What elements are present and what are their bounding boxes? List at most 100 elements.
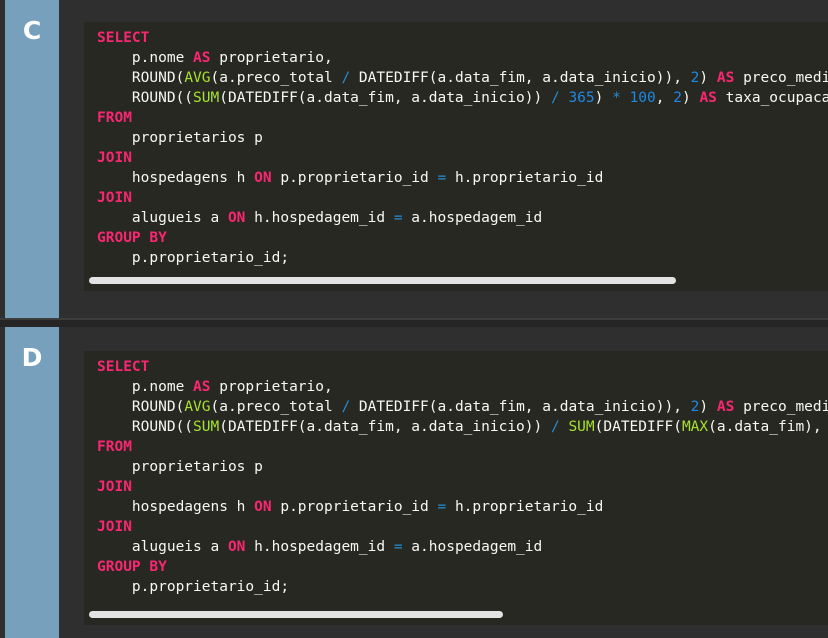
code-token: preco_medio_diaria, [743,70,828,86]
code-token: proprietarios p [97,130,263,146]
option-letter: C [22,16,42,45]
code-token: SUM [193,90,220,106]
code-token: ON [227,210,246,226]
code-token: = [437,170,447,186]
code-token: 365 [568,90,595,106]
code-line: alugueis a ON h.hospedagem_id = a.hosped… [97,539,542,555]
code-token: DATEDIFF(a.data_fim, a.data_inicio)), [350,399,691,415]
code-token: h.hospedagem_id [245,210,394,226]
code-token: a.hospedagem_id [402,539,543,555]
code-line: proprietarios p [97,130,263,146]
option-letter: D [21,343,43,372]
code-token: p.proprietario_id; [97,579,290,595]
code-token: SUM [193,419,220,435]
code-token: FROM [97,110,132,126]
code-token: (a.preco_total [210,70,342,86]
code-line: FROM [97,110,132,126]
code-line: alugueis a ON h.hospedagem_id = a.hosped… [97,210,542,226]
code-token: DATEDIFF(a.data_fim, a.data_inicio)), [350,70,691,86]
code-block: SELECT p.nome AS proprietario, ROUND(AVG… [84,351,828,625]
code-token: ) [594,90,613,106]
code-block: SELECT p.nome AS proprietario, ROUND(AVG… [84,22,828,291]
code-token: * [612,90,621,106]
code-token: proprietario, [210,379,333,395]
code-token: 2 [673,90,682,106]
code-token: SELECT [97,30,150,46]
horizontal-scrollbar[interactable] [89,611,503,618]
code-line: JOIN [97,479,132,495]
code-token: SUM [568,419,595,435]
code-token: hospedagens h [97,499,255,515]
code-token: AS [193,379,211,395]
code-token: = [437,499,447,515]
code-token: h.proprietario_id [446,170,604,186]
divider-line [0,318,828,320]
code-token: ) [681,90,700,106]
code-token: ON [254,499,272,515]
code-token: ) [699,399,717,415]
code-token: AS [193,50,211,66]
code-token: = [393,210,403,226]
code-token: FROM [97,439,132,455]
code-line: JOIN [97,190,132,206]
code-line: FROM [97,439,132,455]
code-line: JOIN [97,150,132,166]
code-token: (DATEDIFF(a.data_fim, a.data_inicio)) [219,419,551,435]
code-token: JOIN [97,519,132,535]
option-letter-bar[interactable]: C [5,0,59,318]
code-token: taxa_ocupacao [716,90,828,106]
code-token: (DATEDIFF(a.data_fim, a.data_inicio)) [219,90,551,106]
code-token: JOIN [97,190,132,206]
sql-code: SELECT p.nome AS proprietario, ROUND(AVG… [97,357,828,597]
code-line: SELECT [97,359,149,375]
code-token: = [393,539,403,555]
code-line: hospedagens h ON p.proprietario_id = h.p… [97,499,603,515]
code-token: JOIN [97,150,132,166]
answer-option-d[interactable]: D SELECT p.nome AS proprietario, ROUND(A… [0,327,828,638]
code-token: AVG [184,70,211,86]
code-token: AS [699,90,717,106]
code-token: p.proprietario_id [271,170,438,186]
code-token: (a.preco_total [210,399,342,415]
sql-code: SELECT p.nome AS proprietario, ROUND(AVG… [97,28,828,268]
code-token: ON [254,170,272,186]
code-token: ROUND( [97,399,185,415]
code-token: GROUP BY [97,230,167,246]
code-token: JOIN [97,479,132,495]
code-token: alugueis a [97,210,228,226]
code-token: (DATEDIFF( [594,419,682,435]
code-token: GROUP BY [97,559,167,575]
code-line: ROUND(AVG(a.preco_total / DATEDIFF(a.dat… [97,399,828,415]
code-token: p.proprietario_id; [97,250,290,266]
code-line: JOIN [97,519,132,535]
answer-option-c[interactable]: C SELECT p.nome AS proprietario, ROUND(A… [0,0,828,318]
code-token: / [341,70,351,86]
code-token: hospedagens h [97,170,255,186]
code-line: ROUND((SUM(DATEDIFF(a.data_fim, a.data_i… [97,90,828,106]
code-token: SELECT [97,359,150,375]
code-token: h.proprietario_id [446,499,604,515]
code-token: ON [227,539,246,555]
code-token: / [341,399,351,415]
code-line: ROUND((SUM(DATEDIFF(a.data_fim, a.data_i… [97,419,828,435]
code-line: GROUP BY [97,559,167,575]
code-line: p.nome AS proprietario, [97,50,333,66]
code-token: AVG [184,399,211,415]
code-token: alugueis a [97,539,228,555]
code-token: ROUND(( [97,419,194,435]
code-token: p.nome [97,50,194,66]
code-token: p.proprietario_id [271,499,438,515]
code-line: p.proprietario_id; [97,579,289,595]
code-line: p.nome AS proprietario, [97,379,333,395]
code-token: 100 [629,90,656,106]
code-line: SELECT [97,30,149,46]
code-token: MAX [681,419,709,435]
code-token: (a.data_fim), [708,419,828,435]
code-line: proprietarios p [97,459,263,475]
option-letter-bar[interactable]: D [5,327,59,638]
horizontal-scrollbar[interactable] [89,277,676,284]
code-line: ROUND(AVG(a.preco_total / DATEDIFF(a.dat… [97,70,828,86]
code-token: / [550,90,560,106]
code-token: / [550,419,560,435]
